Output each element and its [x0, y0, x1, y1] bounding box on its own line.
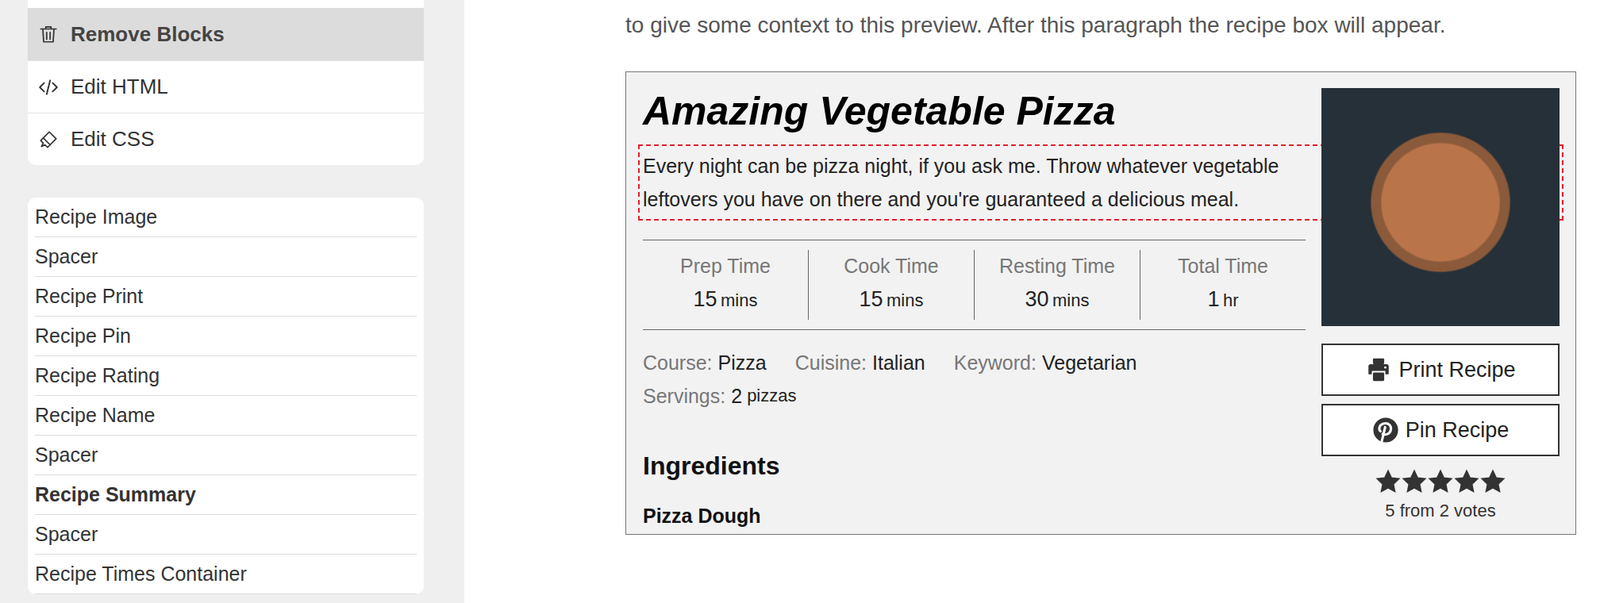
- block-item[interactable]: Spacer: [34, 435, 417, 476]
- time-unit: mins: [1052, 290, 1089, 311]
- block-label[interactable]: Recipe Name: [34, 400, 155, 431]
- star-icon: [1401, 469, 1427, 495]
- meta-value: Vegetarian: [1042, 351, 1138, 374]
- block-item[interactable]: Recipe Rating: [34, 356, 417, 397]
- time-item: Total Time1 hr: [1139, 250, 1306, 320]
- time-number: 1: [1207, 287, 1220, 312]
- block-label[interactable]: Spacer: [34, 242, 98, 273]
- button-label[interactable]: Print Recipe: [1398, 353, 1516, 387]
- block-item[interactable]: Recipe Name: [34, 396, 417, 436]
- meta-value: Italian: [872, 351, 926, 374]
- ingredients-heading: Ingredients: [642, 450, 1306, 482]
- time-number: 15: [859, 287, 884, 312]
- star-icon: [1453, 469, 1480, 495]
- servings-label: Servings:: [642, 379, 726, 413]
- time-number: 15: [693, 287, 718, 312]
- time-value: 1 hr: [1140, 281, 1306, 320]
- meta-value: Pizza: [718, 351, 767, 374]
- pinterest-icon: [1372, 416, 1400, 444]
- action-item[interactable]: Remove Blocks: [27, 7, 424, 61]
- meta-item: Cuisine:Italian: [795, 346, 926, 380]
- block-item[interactable]: Spacer: [34, 237, 417, 277]
- servings-value[interactable]: 2: [730, 379, 743, 413]
- button-label[interactable]: Pin Recipe: [1405, 414, 1510, 447]
- recipe-content: Amazing Vegetable Pizza Every night can b…: [642, 88, 1306, 535]
- meta-label: Keyword:: [953, 351, 1037, 374]
- block-label[interactable]: Recipe Times Container: [34, 559, 247, 590]
- time-label: Prep Time: [642, 250, 808, 282]
- recipe-box: Amazing Vegetable Pizza Every night can b…: [625, 71, 1577, 535]
- block-item[interactable]: Recipe Summary: [34, 475, 417, 516]
- time-label: Resting Time: [974, 250, 1140, 282]
- block-item[interactable]: Recipe Image: [34, 197, 417, 238]
- meta-item: Course:Pizza: [642, 346, 767, 380]
- block-label[interactable]: Recipe Summary: [34, 480, 197, 511]
- recipe-servings: Servings:2pizzas: [642, 379, 1306, 413]
- trash-icon: [38, 23, 59, 45]
- star-icon: [1375, 469, 1401, 495]
- intro-paragraph: to give some context to this preview. Af…: [625, 6, 1539, 45]
- time-item: Resting Time30 mins: [973, 250, 1140, 320]
- rating-text: 5 from 2 votes: [1321, 499, 1560, 524]
- time-value: 15 mins: [642, 281, 808, 320]
- block-item[interactable]: Spacer: [34, 515, 417, 555]
- block-item[interactable]: Recipe Print: [34, 276, 417, 317]
- recipe-summary[interactable]: Every night can be pizza night, if you a…: [642, 149, 1306, 216]
- meta-item: Keyword:Vegetarian: [953, 346, 1138, 380]
- time-label: Cook Time: [808, 250, 974, 282]
- time-item: Cook Time15 mins: [807, 250, 974, 320]
- code-icon: [38, 76, 59, 98]
- preview: to give some context to this preview. Af…: [464, 0, 1600, 603]
- block-label[interactable]: Spacer: [34, 519, 98, 550]
- time-unit: hr: [1223, 290, 1239, 311]
- star-icon: [1427, 469, 1454, 495]
- action-label[interactable]: Edit CSS: [70, 123, 155, 155]
- blocks-panel: Recipe Image Spacer Recipe Print Recipe Pin…: [27, 197, 424, 595]
- print-button[interactable]: Print Recipe: [1321, 343, 1560, 397]
- ingredient-group: Pizza Dough: [642, 503, 1306, 528]
- servings-unit: pizzas: [746, 379, 797, 413]
- time-value: 15 mins: [808, 281, 974, 320]
- brush-icon: [38, 129, 59, 150]
- pin-button[interactable]: Pin Recipe: [1321, 403, 1560, 457]
- time-item: Prep Time15 mins: [642, 250, 808, 320]
- recipe-times: Prep Time15 minsCook Time15 minsResting …: [642, 239, 1306, 331]
- action-label[interactable]: Remove Blocks: [70, 19, 225, 50]
- printer-icon: [1365, 356, 1393, 384]
- block-label[interactable]: Spacer: [34, 440, 98, 471]
- block-item[interactable]: Recipe Pin: [34, 316, 417, 357]
- recipe-image: [1321, 88, 1560, 327]
- page: Remove Blocks Edit HTML Edit CSS Recipe Ima…: [0, 0, 1600, 603]
- action-item[interactable]: Edit CSS: [27, 112, 424, 166]
- rating-stars[interactable]: [1321, 469, 1560, 495]
- time-unit: mins: [886, 290, 924, 311]
- time-label: Total Time: [1140, 250, 1306, 282]
- time-value: 30 mins: [974, 281, 1140, 320]
- action-item[interactable]: Edit HTML: [27, 60, 424, 113]
- time-number: 30: [1025, 287, 1050, 312]
- block-item[interactable]: Recipe Times Container: [34, 554, 417, 595]
- recipe-name: Amazing Vegetable Pizza: [642, 88, 1306, 135]
- recipe-meta: Course:Pizza Cuisine:Italian Keyword:Veget…: [642, 346, 1306, 380]
- recipe-sidebar: Print Recipe Pin Recipe 5 from 2 votes: [1321, 88, 1560, 535]
- action-label[interactable]: Edit HTML: [70, 71, 169, 103]
- sidebar: Remove Blocks Edit HTML Edit CSS Recipe Ima…: [0, 0, 465, 603]
- meta-label: Cuisine:: [795, 351, 867, 374]
- block-label[interactable]: Recipe Pin: [34, 321, 131, 352]
- block-label[interactable]: Recipe Rating: [34, 361, 160, 392]
- time-unit: mins: [720, 290, 758, 311]
- star-icon: [1480, 469, 1506, 495]
- actions-panel: Remove Blocks Edit HTML Edit CSS: [27, 0, 424, 166]
- block-label[interactable]: Recipe Print: [34, 281, 143, 312]
- block-label[interactable]: Recipe Image: [34, 202, 158, 233]
- meta-label: Course:: [642, 351, 713, 374]
